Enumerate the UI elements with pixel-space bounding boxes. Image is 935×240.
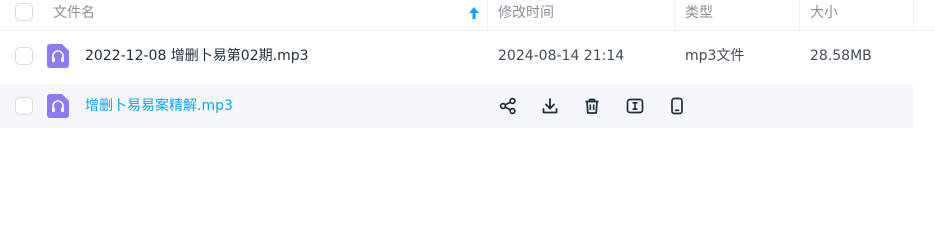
share-button[interactable] [498, 96, 518, 116]
select-all-checkbox[interactable] [15, 3, 33, 21]
audio-file-icon [47, 94, 69, 118]
file-row[interactable]: 2022-12-08 增删卜易第02期.mp3 2024-08-14 21:14… [0, 34, 913, 78]
file-modified-time: 2024-08-14 21:14 [498, 48, 625, 64]
file-list-header: 文件名 修改时间 类型 大小 [0, 0, 935, 31]
column-divider[interactable] [487, 0, 488, 31]
rename-icon [626, 98, 644, 114]
file-name[interactable]: 增删卜易易案精解.mp3 [85, 84, 233, 128]
download-button[interactable] [540, 96, 560, 116]
column-divider[interactable] [674, 0, 675, 31]
column-divider[interactable] [799, 0, 800, 31]
column-header-type[interactable]: 类型 [685, 0, 713, 31]
rename-button[interactable] [625, 96, 645, 116]
row-checkbox[interactable] [15, 47, 33, 65]
file-type: mp3文件 [685, 48, 745, 64]
audio-file-icon [47, 44, 69, 68]
send-to-phone-icon [671, 97, 683, 115]
file-size: 28.58MB [810, 48, 872, 64]
column-header-name[interactable]: 文件名 [53, 0, 95, 31]
file-row[interactable]: 增删卜易易案精解.mp3 [0, 84, 913, 128]
delete-icon [585, 98, 599, 114]
share-icon [499, 97, 516, 115]
row-checkbox[interactable] [15, 97, 33, 115]
column-header-modified[interactable]: 修改时间 [498, 0, 554, 31]
send-to-phone-button[interactable] [667, 96, 687, 116]
sort-ascending-icon[interactable] [467, 5, 481, 21]
column-header-size[interactable]: 大小 [810, 0, 838, 31]
column-divider[interactable] [913, 0, 914, 31]
delete-button[interactable] [582, 96, 602, 116]
file-name[interactable]: 2022-12-08 增删卜易第02期.mp3 [85, 34, 309, 78]
download-icon [542, 98, 558, 114]
